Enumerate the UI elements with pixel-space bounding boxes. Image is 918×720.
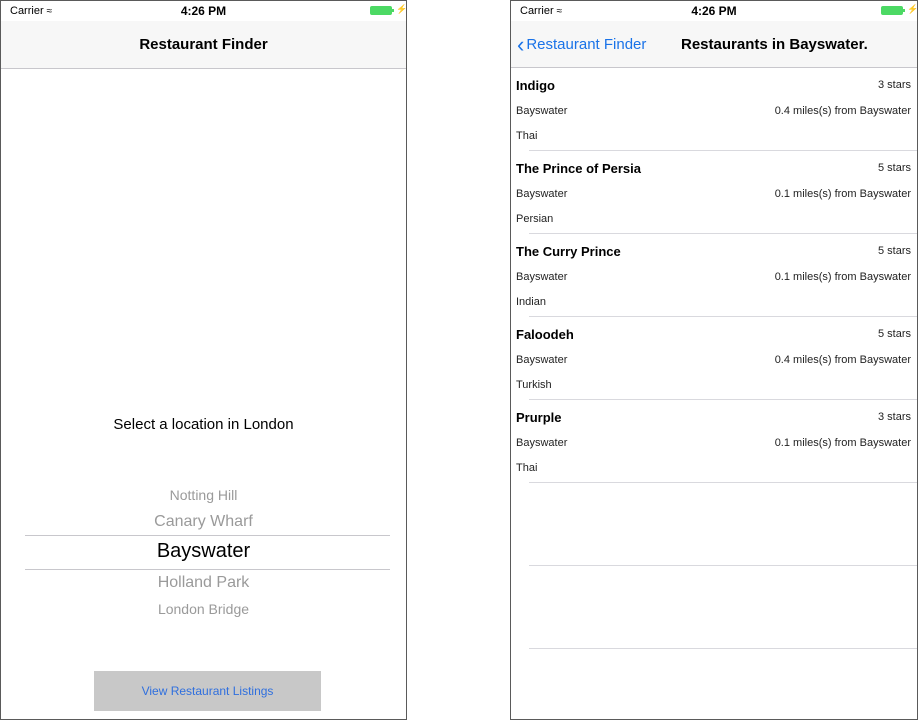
picker-option-notting-hill[interactable]: Notting Hill bbox=[1, 487, 406, 503]
restaurant-name: Faloodeh bbox=[516, 327, 574, 342]
picker-option-canary-wharf[interactable]: Canary Wharf bbox=[1, 513, 406, 531]
restaurant-cuisine: Thai bbox=[516, 130, 538, 142]
navigation-bar: ‹ Restaurant Finder Restaurants in Bayswa… bbox=[511, 21, 917, 68]
restaurant-distance: 0.1 miles(s) from Bayswater bbox=[774, 437, 911, 449]
picker-option-holland-park[interactable]: Holland Park bbox=[1, 574, 406, 592]
restaurant-rating: 3 stars bbox=[877, 79, 911, 91]
chevron-left-icon: ‹ bbox=[517, 32, 525, 57]
picker-selection-line-bottom bbox=[25, 569, 390, 570]
restaurant-distance: 0.1 miles(s) from Bayswater bbox=[774, 188, 911, 200]
restaurant-rating: 5 stars bbox=[877, 245, 911, 257]
restaurant-row[interactable]: The Prince of Persia 5 stars Bayswater 0… bbox=[511, 151, 917, 234]
status-time: 4:26 PM bbox=[691, 4, 737, 18]
battery-icon: ⚡ bbox=[370, 4, 406, 15]
restaurant-cuisine: Thai bbox=[516, 462, 538, 474]
restaurant-row[interactable]: The Curry Prince 5 stars Bayswater 0.1 m… bbox=[511, 234, 917, 317]
restaurant-list-screen: Carrier ≈ 4:26 PM ⚡ ‹ Restaurant Finder Re… bbox=[510, 0, 918, 720]
location-picker-screen: Carrier ≈ 4:26 PM ⚡ Restaurant Finder Sel… bbox=[0, 0, 407, 720]
picker-option-london-bridge[interactable]: London Bridge bbox=[1, 601, 406, 617]
status-bar: Carrier ≈ 4:26 PM ⚡ bbox=[511, 1, 917, 21]
restaurant-row[interactable]: Indigo 3 stars Bayswater 0.4 miles(s) fr… bbox=[511, 68, 917, 151]
page-title: Restaurants in Bayswater. bbox=[681, 36, 868, 53]
restaurant-row[interactable]: Prurple 3 stars Bayswater 0.1 miles(s) f… bbox=[511, 400, 917, 483]
status-time: 4:26 PM bbox=[180, 4, 227, 18]
restaurant-list: Indigo 3 stars Bayswater 0.4 miles(s) fr… bbox=[511, 68, 917, 483]
restaurant-row[interactable]: Faloodeh 5 stars Bayswater 0.4 miles(s) … bbox=[511, 317, 917, 400]
restaurant-rating: 3 stars bbox=[877, 411, 911, 423]
restaurant-area: Bayswater bbox=[516, 105, 568, 117]
view-listings-button[interactable]: View Restaurant Listings bbox=[94, 671, 321, 711]
restaurant-area: Bayswater bbox=[516, 354, 568, 366]
location-prompt: Select a location in London bbox=[113, 416, 294, 433]
battery-icon: ⚡ bbox=[881, 4, 917, 15]
location-picker[interactable]: Notting Hill Canary Wharf Bayswater Holl… bbox=[1, 479, 406, 629]
restaurant-name: Indigo bbox=[516, 78, 555, 93]
restaurant-distance: 0.4 miles(s) from Bayswater bbox=[774, 105, 911, 117]
empty-row-separator bbox=[529, 648, 917, 649]
restaurant-distance: 0.1 miles(s) from Bayswater bbox=[774, 271, 911, 283]
restaurant-area: Bayswater bbox=[516, 188, 568, 200]
restaurant-name: The Curry Prince bbox=[516, 244, 621, 259]
status-bar: Carrier ≈ 4:26 PM ⚡ bbox=[1, 1, 406, 21]
back-button[interactable]: ‹ Restaurant Finder bbox=[517, 32, 647, 57]
restaurant-rating: 5 stars bbox=[877, 328, 911, 340]
restaurant-name: The Prince of Persia bbox=[516, 161, 641, 176]
restaurant-area: Bayswater bbox=[516, 271, 568, 283]
picker-selection-line-top bbox=[25, 535, 390, 536]
page-title: Restaurant Finder bbox=[139, 36, 268, 53]
restaurant-area: Bayswater bbox=[516, 437, 568, 449]
picker-option-bayswater-selected[interactable]: Bayswater bbox=[1, 540, 406, 563]
restaurant-name: Prurple bbox=[516, 410, 562, 425]
empty-row-separator bbox=[529, 565, 917, 566]
restaurant-cuisine: Persian bbox=[516, 213, 554, 225]
back-button-label: Restaurant Finder bbox=[526, 36, 647, 53]
restaurant-rating: 5 stars bbox=[877, 162, 911, 174]
restaurant-cuisine: Indian bbox=[516, 296, 546, 308]
restaurant-cuisine: Turkish bbox=[516, 379, 552, 391]
restaurant-distance: 0.4 miles(s) from Bayswater bbox=[774, 354, 911, 366]
navigation-bar: Restaurant Finder bbox=[1, 21, 406, 69]
